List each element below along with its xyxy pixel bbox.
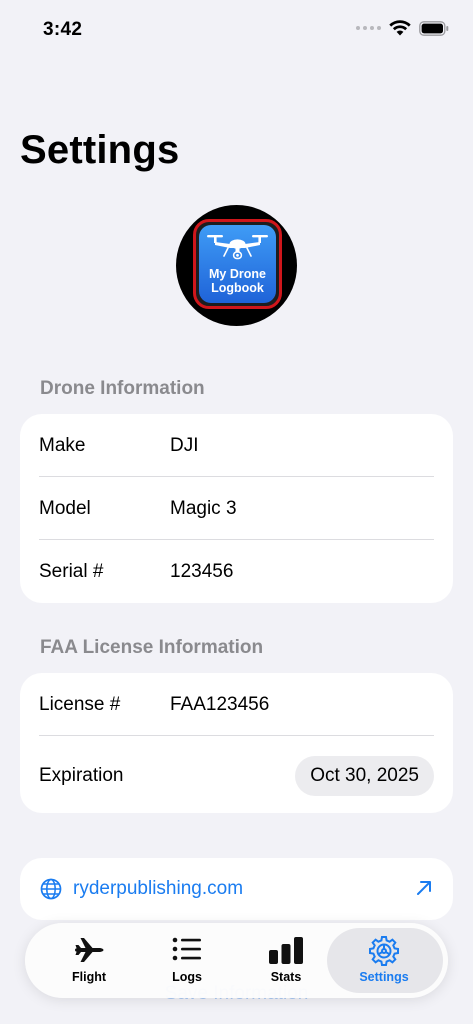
settings-screen: 3:42 Settings My Drone Logbook Drone Inf… — [0, 0, 473, 1024]
logo-text-line-1: My Drone — [209, 267, 266, 281]
tab-stats[interactable]: Stats — [236, 923, 336, 998]
drone-info-header: Drone Information — [40, 378, 205, 399]
faa-info-header: FAA License Information — [40, 637, 264, 658]
logo-frame: My Drone Logbook — [193, 219, 282, 309]
tab-flight[interactable]: Flight — [39, 923, 139, 998]
globe-icon — [40, 878, 62, 900]
make-label: Make — [39, 435, 86, 456]
bar-chart-icon — [269, 937, 303, 964]
tab-settings[interactable]: Settings — [334, 923, 434, 998]
tab-logs[interactable]: Logs — [137, 923, 237, 998]
status-indicators — [356, 20, 449, 36]
drone-icon — [207, 235, 268, 260]
website-link[interactable]: ryderpublishing.com — [20, 858, 453, 920]
tab-stats-label: Stats — [270, 970, 302, 984]
serial-row[interactable]: Serial # 123456 — [20, 540, 453, 603]
tab-settings-label: Settings — [359, 970, 409, 984]
list-icon — [172, 937, 201, 961]
tab-logs-label: Logs — [172, 970, 202, 984]
battery-icon — [419, 20, 449, 36]
cellular-signal-icon — [356, 26, 381, 30]
logo-text-line-2: Logbook — [211, 281, 264, 295]
drone-info-card: Make DJI Model Magic 3 Serial # 123456 — [20, 414, 453, 603]
airplane-icon — [75, 938, 104, 962]
model-label: Model — [39, 498, 91, 519]
serial-value[interactable]: 123456 — [170, 540, 233, 603]
serial-label: Serial # — [39, 561, 104, 582]
page-title: Settings — [20, 128, 180, 172]
license-value[interactable]: FAA123456 — [170, 673, 269, 736]
app-logo-button[interactable]: My Drone Logbook — [176, 205, 297, 326]
model-row[interactable]: Model Magic 3 — [20, 477, 453, 540]
app-logo: My Drone Logbook — [199, 225, 276, 303]
wifi-icon — [389, 20, 411, 36]
external-link-arrow-icon — [417, 881, 431, 895]
gear-icon — [369, 936, 399, 966]
make-row[interactable]: Make DJI — [20, 414, 453, 477]
tab-flight-label: Flight — [71, 970, 106, 984]
make-value[interactable]: DJI — [170, 414, 199, 477]
status-time: 3:42 — [43, 19, 83, 40]
logo-text: My Drone Logbook — [199, 267, 276, 295]
website-link-text[interactable]: ryderpublishing.com — [73, 858, 243, 920]
expiration-row: Expiration Oct 30, 2025 — [20, 742, 453, 810]
expiration-label: Expiration — [39, 765, 124, 786]
expiration-date-picker[interactable]: Oct 30, 2025 — [295, 756, 434, 796]
faa-info-card: License # FAA123456 Expiration Oct 30, 2… — [20, 673, 453, 813]
tab-bar: Flight Logs Stats Settings — [25, 923, 448, 998]
license-row[interactable]: License # FAA123456 — [20, 673, 453, 736]
divider — [39, 735, 434, 736]
status-bar: 3:42 — [0, 0, 473, 60]
license-label: License # — [39, 694, 121, 715]
model-value[interactable]: Magic 3 — [170, 477, 237, 540]
